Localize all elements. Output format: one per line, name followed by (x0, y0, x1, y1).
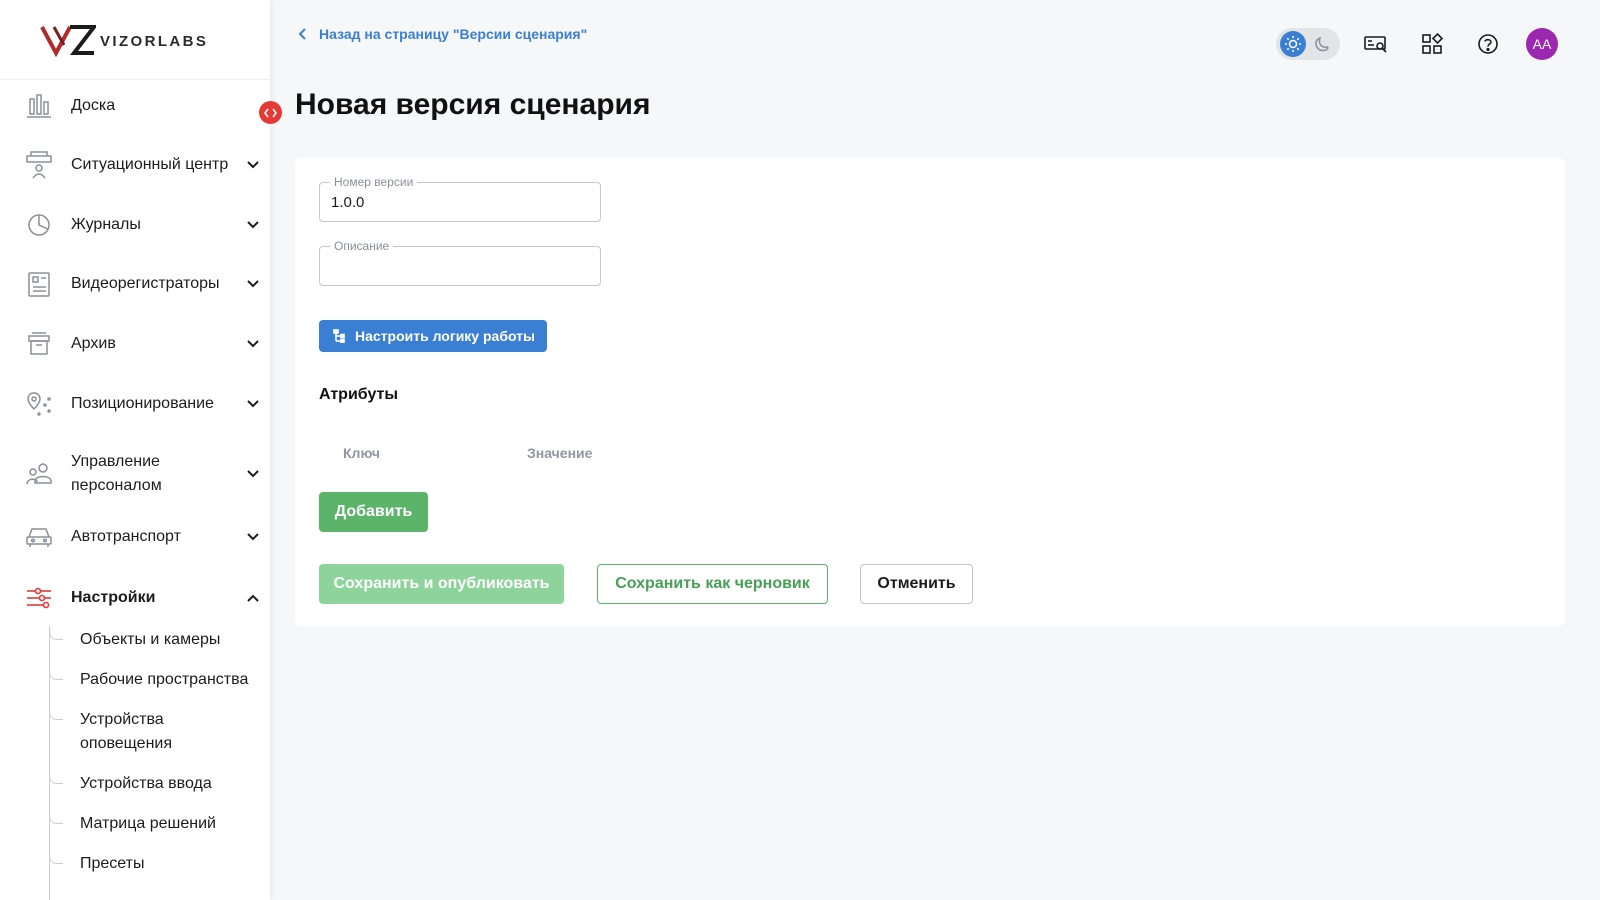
sidebar-item-positioning[interactable]: Позиционирование (0, 390, 270, 418)
chevron-down-icon (247, 340, 259, 348)
tree-connector (49, 668, 63, 680)
sidebar-item-dashboard[interactable]: Доска (0, 92, 270, 120)
version-number-input[interactable] (320, 183, 600, 221)
situation-center-icon (25, 151, 53, 179)
sidebar-item-situation-center[interactable]: Ситуационный центр (0, 151, 270, 179)
moon-icon[interactable] (1310, 31, 1336, 57)
video-recorder-icon (25, 270, 53, 298)
sidebar-item-vehicles[interactable]: Автотранспорт (0, 523, 270, 551)
sidebar-item-label: Архив (71, 335, 116, 352)
submenu-item-workspaces[interactable]: Рабочие пространства (49, 668, 269, 692)
tree-connector (49, 772, 63, 784)
tree-connector (49, 628, 63, 640)
submenu-item-label: Устройства ввода (80, 775, 212, 792)
version-form-card: Номер версии Описание Настроить логику р… (295, 158, 1565, 626)
cancel-button[interactable]: Отменить (860, 564, 973, 604)
apps-grid-icon[interactable] (1419, 31, 1445, 57)
description-input[interactable] (320, 247, 600, 285)
user-avatar[interactable]: AA (1526, 28, 1558, 60)
sidebar-item-label: Доска (71, 97, 116, 114)
description-field[interactable]: Описание (319, 238, 601, 286)
location-pin-icon (25, 390, 53, 418)
save-as-draft-button[interactable]: Сохранить как черновик (597, 564, 828, 604)
sidebar-item-label: Автотранспорт (71, 528, 181, 545)
tree-structure-icon (333, 329, 345, 343)
submenu-item-label: Пресеты (80, 855, 145, 872)
sidebar-item-label: Журналы (71, 216, 141, 233)
configure-logic-label: Настроить логику работы (355, 328, 535, 344)
sidebar-item-label: Видеорегистраторы (71, 275, 220, 292)
version-number-field[interactable]: Номер версии (319, 174, 601, 222)
vizorlabs-logo-icon (40, 24, 96, 57)
submenu-item-label: Рабочие пространства (80, 671, 249, 688)
brand-logo[interactable]: VIZORLABS (0, 0, 270, 80)
chevron-down-icon (247, 533, 259, 541)
submenu-item-input-devices[interactable]: Устройства ввода (49, 772, 269, 796)
tree-connector (49, 708, 63, 720)
chevron-down-icon (247, 221, 259, 229)
sidebar-item-label: Ситуационный центр (71, 156, 229, 173)
sidebar-collapse-button[interactable] (259, 101, 282, 124)
archive-icon (25, 330, 53, 358)
sidebar-item-label: Настройки (71, 589, 156, 606)
attributes-value-header: Значение (527, 445, 593, 461)
sidebar-item-archive[interactable]: Архив (0, 330, 270, 358)
chevron-down-icon (247, 161, 259, 169)
chevron-down-icon (247, 400, 259, 408)
configure-logic-button[interactable]: Настроить логику работы (319, 320, 547, 352)
code-brackets-icon (264, 108, 277, 117)
chevron-up-icon (247, 594, 259, 602)
sidebar: VIZORLABS Доска Ситуационный центр Журна… (0, 0, 270, 900)
chevron-down-icon (247, 470, 259, 478)
attributes-key-header: Ключ (343, 445, 380, 461)
page-title: Новая версия сценария (295, 88, 651, 121)
brand-name: VIZORLABS (100, 33, 209, 50)
tree-connector (49, 812, 63, 824)
chevron-left-icon (299, 28, 306, 40)
add-attribute-button[interactable]: Добавить (319, 492, 428, 532)
submenu-item-presets[interactable]: Пресеты (49, 852, 269, 876)
dashboard-icon (25, 92, 53, 120)
submenu-item-objects-cameras[interactable]: Объекты и камеры (49, 628, 269, 652)
submenu-item-label: Матрица решений (80, 815, 216, 832)
license-search-icon[interactable] (1363, 31, 1389, 57)
back-link[interactable]: Назад на страницу "Версии сценария" (299, 26, 587, 42)
attributes-title: Атрибуты (319, 386, 399, 403)
sidebar-item-label: Управление персоналом (71, 453, 162, 494)
submenu-item-label: Объекты и камеры (80, 631, 221, 648)
theme-toggle[interactable] (1276, 28, 1340, 60)
chevron-down-icon (247, 280, 259, 288)
submenu-item-notification-devices[interactable]: Устройства оповещения (49, 708, 269, 756)
submenu-item-decision-matrix[interactable]: Матрица решений (49, 812, 269, 836)
pie-chart-icon (25, 211, 53, 239)
sidebar-item-settings[interactable]: Настройки (0, 584, 270, 612)
sidebar-item-video-recorders[interactable]: Видеорегистраторы (0, 270, 270, 298)
users-icon (25, 460, 53, 488)
submenu-item-label: Устройства оповещения (80, 711, 172, 752)
car-icon (25, 523, 53, 551)
sidebar-item-label: Позиционирование (71, 395, 214, 412)
sun-icon[interactable] (1280, 31, 1306, 57)
sidebar-item-journals[interactable]: Журналы (0, 211, 270, 239)
tree-connector (49, 852, 63, 864)
help-icon[interactable] (1475, 31, 1501, 57)
sidebar-item-personnel[interactable]: Управление персоналом (0, 450, 270, 498)
sliders-icon (25, 584, 53, 612)
save-and-publish-button[interactable]: Сохранить и опубликовать (319, 564, 564, 604)
back-link-label: Назад на страницу "Версии сценария" (319, 26, 588, 42)
